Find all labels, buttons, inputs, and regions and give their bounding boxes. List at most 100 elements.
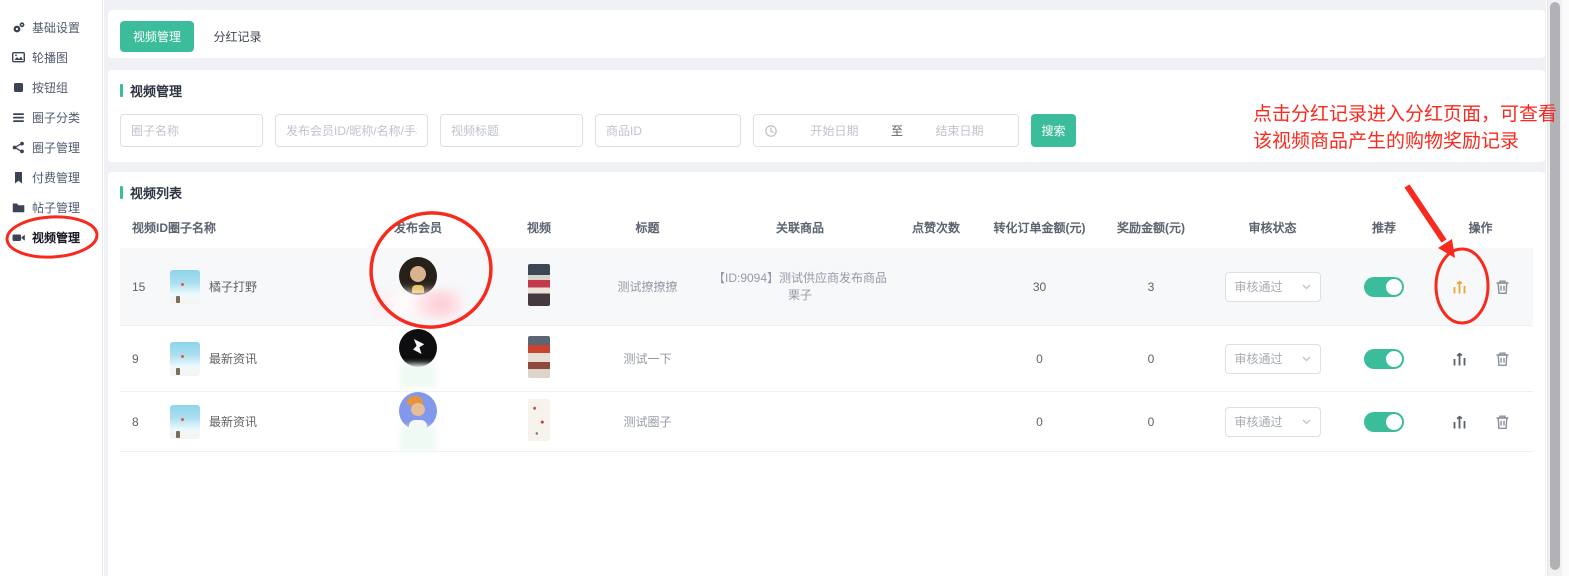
video-thumbnail-image[interactable] [528, 336, 550, 378]
status-cell: 审核通过 [1205, 272, 1340, 302]
sidebar-item-basic-settings[interactable]: 基础设置 [0, 12, 102, 42]
circle-name: 最新资讯 [209, 413, 257, 430]
col-reward: 奖励金额(元) [1097, 219, 1205, 236]
video-camera-icon [12, 231, 25, 244]
sidebar-item-label: 付费管理 [32, 169, 80, 186]
related-product [710, 352, 890, 366]
recommend-cell [1340, 412, 1428, 432]
settings-gears-icon [12, 21, 25, 34]
recommend-toggle[interactable] [1364, 412, 1404, 432]
related-product: 【ID:9094】测试供应商发布商品栗子 [710, 270, 890, 304]
sidebar: 基础设置 轮播图 按钮组 圈子分类 圈子管理 付费管理 帖子管理 视频管理 [0, 0, 103, 576]
scrollbar-thumb[interactable] [1550, 2, 1560, 570]
video-id: 8 [120, 415, 168, 429]
reward-amount: 0 [1097, 352, 1205, 366]
bookmark-icon [12, 171, 25, 184]
tab-video-manage[interactable]: 视频管理 [120, 21, 194, 52]
table-header: 视频ID 圈子名称 发布会员 视频 标题 关联商品 点赞次数 转化订单金额(元)… [120, 206, 1533, 248]
audit-status-select[interactable]: 审核通过 [1225, 272, 1321, 302]
tab-dividend-records[interactable]: 分红记录 [207, 21, 267, 52]
member-cell [343, 392, 493, 451]
col-conversion: 转化订单金额(元) [982, 219, 1097, 236]
category-list-icon [12, 111, 25, 124]
col-recommend: 推荐 [1340, 219, 1428, 236]
video-title: 测试一下 [585, 350, 710, 367]
date-to-label: 至 [891, 122, 903, 139]
sidebar-item-pay-manage[interactable]: 付费管理 [0, 162, 102, 192]
related-product [710, 415, 890, 429]
sidebar-item-label: 帖子管理 [32, 199, 80, 216]
clock-icon [764, 124, 778, 138]
product-id-input[interactable] [595, 114, 741, 147]
tabs-card: 视频管理 分红记录 [108, 10, 1545, 58]
sidebar-item-label: 圈子管理 [32, 139, 80, 156]
col-product: 关联商品 [710, 219, 890, 236]
search-section-title-text: 视频管理 [130, 81, 182, 100]
sidebar-item-label: 按钮组 [32, 79, 68, 96]
sidebar-item-label: 轮播图 [32, 49, 68, 66]
col-video-id: 视频ID [120, 219, 168, 236]
member-name-blurred [376, 292, 460, 316]
audit-status-select[interactable]: 审核通过 [1225, 344, 1321, 374]
delete-trash-icon[interactable] [1495, 279, 1510, 295]
sidebar-item-button-group[interactable]: 按钮组 [0, 72, 102, 102]
status-cell: 审核通过 [1205, 407, 1340, 437]
audit-status-select[interactable]: 审核通过 [1225, 407, 1321, 437]
search-button[interactable]: 搜索 [1031, 114, 1076, 147]
member-id-input[interactable] [275, 114, 428, 147]
video-title: 测试圈子 [585, 413, 710, 430]
delete-trash-icon[interactable] [1495, 414, 1510, 430]
chevron-down-icon [1302, 419, 1311, 425]
dividend-chart-icon[interactable] [1451, 278, 1468, 295]
circle-name: 橘子打野 [209, 278, 257, 295]
video-thumbnail-image[interactable] [528, 264, 550, 306]
recommend-toggle[interactable] [1364, 277, 1404, 297]
actions-cell [1428, 350, 1533, 367]
dividend-chart-icon[interactable] [1451, 413, 1468, 430]
member-avatar [399, 329, 437, 367]
dividend-chart-icon[interactable] [1451, 350, 1468, 367]
col-circle: 圈子名称 [168, 219, 343, 236]
end-date-placeholder[interactable]: 结束日期 [911, 122, 1008, 139]
circle-thumbnail-image [170, 405, 200, 439]
list-section-title-text: 视频列表 [130, 183, 182, 202]
date-range-picker[interactable]: 开始日期 至 结束日期 [753, 114, 1019, 147]
sidebar-item-post-manage[interactable]: 帖子管理 [0, 192, 102, 222]
video-cell [493, 264, 585, 309]
recommend-toggle[interactable] [1364, 349, 1404, 369]
col-status: 审核状态 [1205, 219, 1340, 236]
circle-thumbnail-image [170, 270, 200, 304]
actions-cell [1428, 413, 1533, 430]
video-cell [493, 336, 585, 381]
sidebar-item-label: 基础设置 [32, 19, 80, 36]
chevron-down-icon [1302, 284, 1311, 290]
conversion-amount: 0 [982, 352, 1097, 366]
table-row: 15 橘子打野 测试撩撩撩 【ID:9094】测试供应商发布商品栗子 30 3 … [120, 248, 1533, 326]
green-bar [120, 84, 123, 97]
table-row: 8 最新资讯 测试圈子 0 0 审核通过 [120, 392, 1533, 452]
reward-amount: 0 [1097, 415, 1205, 429]
start-date-placeholder[interactable]: 开始日期 [786, 122, 883, 139]
circle-name-input[interactable] [120, 114, 263, 147]
col-member: 发布会员 [343, 219, 493, 236]
col-likes: 点赞次数 [890, 219, 982, 236]
annotation-note-text: 点击分红记录进入分红页面，可查看该视频商品产生的购物奖励记录 [1253, 101, 1565, 155]
video-title: 测试撩撩撩 [585, 278, 710, 295]
actions-cell [1428, 278, 1533, 295]
circle-thumbnail-image [170, 342, 200, 376]
window-edge [1562, 0, 1569, 576]
delete-trash-icon[interactable] [1495, 351, 1510, 367]
video-list-card: 视频列表 视频ID 圈子名称 发布会员 视频 标题 关联商品 点赞次数 转化订单… [108, 172, 1545, 576]
video-thumbnail-image[interactable] [528, 399, 550, 441]
search-section-title: 视频管理 [120, 81, 1533, 100]
sidebar-item-carousel[interactable]: 轮播图 [0, 42, 102, 72]
folder-icon [12, 201, 25, 214]
circle-cell: 最新资讯 [168, 405, 343, 439]
col-title: 标题 [585, 219, 710, 236]
sidebar-item-circle-manage[interactable]: 圈子管理 [0, 132, 102, 162]
sidebar-item-circle-category[interactable]: 圈子分类 [0, 102, 102, 132]
video-id: 9 [120, 352, 168, 366]
green-bar [120, 186, 123, 199]
video-title-input[interactable] [440, 114, 583, 147]
sidebar-item-video-manage[interactable]: 视频管理 [0, 222, 102, 252]
